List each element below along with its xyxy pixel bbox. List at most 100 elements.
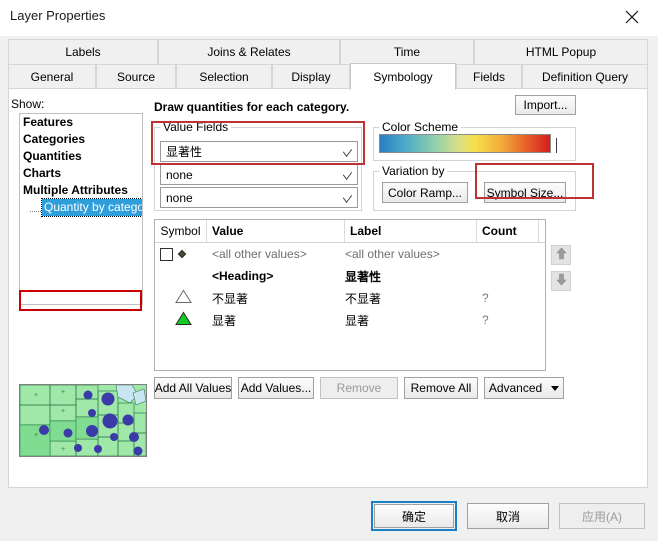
close-icon xyxy=(625,10,639,24)
value-field-3-value: none xyxy=(166,190,193,205)
import-button[interactable]: Import... xyxy=(515,95,576,115)
symbol-size-button[interactable]: Symbol Size... xyxy=(484,182,566,203)
cell-count xyxy=(482,243,537,265)
table-row[interactable]: 显著 显著 ? xyxy=(155,309,545,331)
title-bar: Layer Properties xyxy=(0,0,658,36)
tab-symbology[interactable]: Symbology xyxy=(350,63,456,90)
chevron-down-icon[interactable] xyxy=(337,142,357,161)
cell-count: ? xyxy=(482,291,489,305)
chevron-down-icon[interactable] xyxy=(337,188,357,207)
value-fields-title: Value Fields xyxy=(160,120,232,134)
map-preview: + + + + + xyxy=(19,384,147,457)
ok-button-focus-ring: 确定 xyxy=(371,501,457,531)
add-values-button[interactable]: Add Values... xyxy=(238,377,314,399)
tab-time[interactable]: Time xyxy=(340,39,474,64)
tab-definition-query[interactable]: Definition Query xyxy=(522,64,648,89)
tab-source[interactable]: Source xyxy=(96,64,176,89)
cell-count: ? xyxy=(482,313,489,327)
value-field-1-combobox[interactable]: 显著性 xyxy=(160,141,358,162)
tab-html-popup[interactable]: HTML Popup xyxy=(474,39,648,64)
color-scheme-title: Color Scheme xyxy=(379,120,462,134)
svg-text:+: + xyxy=(34,392,38,399)
tab-general[interactable]: General xyxy=(8,64,96,89)
triangle-filled-green-icon[interactable] xyxy=(175,311,192,329)
table-row[interactable]: <all other values> <all other values> xyxy=(155,243,545,265)
apply-button: 应用(A) xyxy=(559,503,645,529)
show-list[interactable]: Features Categories Quantities Charts Mu… xyxy=(19,113,143,305)
tab-fields[interactable]: Fields xyxy=(456,64,522,89)
color-scheme-group: Color Scheme xyxy=(373,120,576,161)
remove-all-button[interactable]: Remove All xyxy=(404,377,478,399)
symbol-value-table[interactable]: Symbol Value Label Count <all other valu… xyxy=(154,219,546,371)
cell-label: 显著性 xyxy=(345,269,382,284)
symbology-tab-page: Show: Features Categories Quantities Cha… xyxy=(8,88,648,488)
move-up-button[interactable] xyxy=(551,245,571,265)
tab-row-top: Labels Joins & Relates Time HTML Popup xyxy=(8,39,648,64)
ok-button[interactable]: 确定 xyxy=(374,504,454,528)
cell-label: 显著 xyxy=(345,313,370,328)
table-header-row: Symbol Value Label Count xyxy=(155,220,545,243)
symbology-content: Draw quantities for each category. Impor… xyxy=(151,95,639,481)
cell-value: 不显著 xyxy=(212,291,249,306)
window-title: Layer Properties xyxy=(10,8,106,23)
variation-by-group: Variation by Color Ramp... Symbol Size..… xyxy=(373,164,576,211)
value-field-3-combobox[interactable]: none xyxy=(160,187,358,208)
dialog-footer: 确定 取消 应用(A) xyxy=(0,497,658,541)
svg-text:+: + xyxy=(61,389,65,396)
sidebar-item-multiple-attributes[interactable]: Multiple Attributes xyxy=(20,182,142,199)
sidebar-item-quantity-by-category[interactable]: Quantity by category xyxy=(30,198,142,217)
tab-row-bottom: General Source Selection Display Symbolo… xyxy=(8,63,648,90)
page-title: Draw quantities for each category. xyxy=(154,100,350,114)
tab-labels[interactable]: Labels xyxy=(8,39,158,64)
column-header-value[interactable]: Value xyxy=(207,220,345,242)
color-ramp-preview[interactable] xyxy=(379,134,551,153)
sidebar-item-quantities[interactable]: Quantities xyxy=(20,148,142,165)
variation-by-title: Variation by xyxy=(379,164,448,178)
cell-count xyxy=(482,265,537,287)
cell-value: <Heading> xyxy=(212,269,274,283)
tab-joins-relates[interactable]: Joins & Relates xyxy=(158,39,340,64)
advanced-button[interactable]: Advanced xyxy=(484,377,564,399)
close-button[interactable] xyxy=(612,2,652,32)
table-row[interactable]: 不显著 不显著 ? xyxy=(155,287,545,309)
svg-text:+: + xyxy=(61,446,65,453)
tab-strip: Labels Joins & Relates Time HTML Popup G… xyxy=(8,39,648,90)
value-field-2-combobox[interactable]: none xyxy=(160,164,358,185)
cancel-button[interactable]: 取消 xyxy=(467,503,549,529)
move-down-button[interactable] xyxy=(551,271,571,291)
cell-label: 不显著 xyxy=(345,291,382,306)
map-preview-graphic: + + + + + xyxy=(20,385,146,456)
sidebar-item-categories[interactable]: Categories xyxy=(20,131,142,148)
value-field-1-value: 显著性 xyxy=(166,145,203,159)
tab-selection[interactable]: Selection xyxy=(176,64,272,89)
chevron-down-icon[interactable] xyxy=(556,138,557,153)
table-actions: Add All Values Add Values... Remove Remo… xyxy=(154,377,564,399)
caret-down-icon xyxy=(551,385,560,391)
tab-display[interactable]: Display xyxy=(272,64,350,89)
chevron-down-icon[interactable] xyxy=(337,165,357,184)
svg-text:+: + xyxy=(34,432,38,439)
table-row[interactable]: <Heading> 显著性 xyxy=(155,265,545,287)
all-other-values-checkbox[interactable] xyxy=(160,247,173,261)
cell-value: 显著 xyxy=(212,313,237,328)
move-up-icon xyxy=(555,247,568,263)
column-header-count[interactable]: Count xyxy=(477,220,539,242)
move-down-icon xyxy=(555,273,568,289)
column-header-symbol[interactable]: Symbol xyxy=(155,220,207,242)
sidebar-item-label: Quantity by category xyxy=(40,198,142,217)
advanced-button-label: Advanced xyxy=(488,381,543,395)
sidebar-item-features[interactable]: Features xyxy=(20,114,142,131)
diamond-symbol-icon[interactable] xyxy=(177,249,187,259)
sidebar-item-charts[interactable]: Charts xyxy=(20,165,142,182)
dialog-body: Labels Joins & Relates Time HTML Popup G… xyxy=(0,36,658,541)
triangle-outline-icon[interactable] xyxy=(175,289,192,307)
tree-connector-icon xyxy=(30,199,42,216)
cell-value: <all other values> xyxy=(212,247,307,261)
add-all-values-button[interactable]: Add All Values xyxy=(154,377,232,399)
value-fields-group: Value Fields 显著性 none none xyxy=(154,120,362,211)
color-ramp-button[interactable]: Color Ramp... xyxy=(382,182,468,203)
column-header-label[interactable]: Label xyxy=(345,220,477,242)
value-field-2-value: none xyxy=(166,167,193,182)
cell-label: <all other values> xyxy=(345,247,440,261)
svg-text:+: + xyxy=(61,408,65,415)
